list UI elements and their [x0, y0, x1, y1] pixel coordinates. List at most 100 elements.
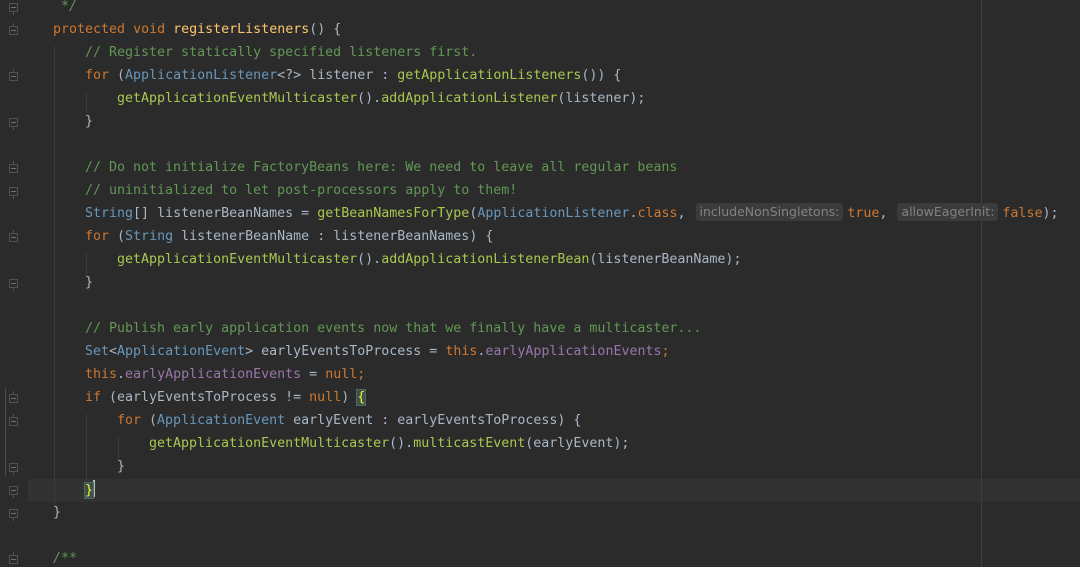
keyword: for [85, 68, 110, 83]
punctuation: ; [661, 344, 670, 359]
fold-start-icon[interactable] [9, 23, 18, 35]
punctuation: ); [1042, 206, 1059, 221]
punctuation: = [421, 344, 446, 359]
code-line-1: */ [53, 0, 77, 18]
keyword: null [309, 390, 342, 405]
method-name: registerListeners [173, 22, 310, 37]
variable: listenerBeanName [173, 229, 310, 244]
keyword: true [847, 206, 880, 221]
type-name: ApplicationEvent [157, 413, 286, 428]
keyword: null [325, 367, 358, 382]
variable: earlyEventsToProcess [253, 344, 422, 359]
operator: != [277, 390, 310, 405]
keyword: for [85, 229, 110, 244]
code-line-12: getApplicationEventMulticaster().addAppl… [117, 248, 741, 271]
code-line-18: if (earlyEventsToProcess != null) { [85, 386, 367, 409]
punctuation: : [309, 229, 334, 244]
code-line-4: for (ApplicationListener<?> listener : g… [85, 64, 621, 87]
code-editor[interactable]: */ protected void registerListeners() { … [0, 0, 1080, 567]
fold-start-icon[interactable] [9, 230, 18, 242]
text-caret [93, 480, 96, 497]
code-line-11: for (String listenerBeanName : listenerB… [85, 225, 493, 248]
code-line-19: for (ApplicationEvent earlyEvent : early… [117, 409, 581, 432]
type-name: Set [85, 344, 110, 359]
fold-end-icon[interactable] [9, 187, 18, 199]
punctuation: < [109, 344, 118, 359]
type-name: ApplicationListener [125, 68, 278, 83]
punctuation: , [879, 206, 888, 221]
variable: earlyEvent [285, 413, 374, 428]
code-line-8: // Do not initialize FactoryBeans here: … [85, 156, 677, 179]
field: earlyApplicationEvents [125, 367, 302, 382]
variable: earlyEventsToProcess [397, 413, 558, 428]
fold-end-icon[interactable] [9, 118, 18, 130]
keyword: this [445, 344, 478, 359]
variable: listenerBeanNames [333, 229, 470, 244]
indent-guide [86, 414, 87, 480]
line-comment: // Publish early application events now … [85, 321, 702, 336]
line-comment: // uninitialized to let post-processors … [85, 183, 518, 198]
editor-gutter [0, 0, 28, 567]
keyword: void [133, 22, 166, 37]
punctuation: (). [389, 436, 414, 451]
fold-end-icon[interactable] [9, 509, 18, 521]
brace: } [85, 275, 94, 290]
punctuation: ( [109, 68, 126, 83]
fold-start-icon[interactable] [9, 69, 18, 81]
punctuation: > [245, 344, 254, 359]
fold-end-icon[interactable] [9, 463, 18, 475]
keyword: class [637, 206, 678, 221]
code-line-25: /** [53, 547, 77, 567]
punctuation: (). [357, 252, 382, 267]
punctuation: , [677, 206, 686, 221]
keyword: false [1002, 206, 1043, 221]
variable: earlyEventsToProcess [117, 390, 278, 405]
field: earlyApplicationEvents [485, 344, 662, 359]
punctuation: () { [309, 22, 342, 37]
punctuation: : [373, 68, 398, 83]
variable: listenerBeanNames [149, 206, 294, 221]
punctuation: (listener); [557, 91, 646, 106]
punctuation: = [301, 367, 326, 382]
punctuation: . [117, 367, 126, 382]
parameter-hint[interactable]: allowEagerInit: [897, 203, 999, 221]
vcs-change-marker[interactable] [5, 388, 6, 476]
punctuation: <?> [277, 68, 302, 83]
fold-end-icon[interactable] [9, 486, 18, 498]
fold-start-icon[interactable] [9, 414, 18, 426]
punctuation: ) [341, 390, 358, 405]
fold-end-icon[interactable] [9, 3, 18, 15]
fold-start-icon[interactable] [9, 552, 18, 564]
parameter-hint[interactable]: includeNonSingletons: [695, 203, 844, 221]
fold-end-icon[interactable] [9, 279, 18, 291]
code-line-6: } [85, 110, 93, 133]
method-call: getApplicationListeners [397, 68, 582, 83]
code-line-15: // Publish early application events now … [85, 317, 701, 340]
fold-start-icon[interactable] [9, 161, 18, 173]
method-call: multicastEvent [413, 436, 526, 451]
punctuation: = [293, 206, 318, 221]
matched-brace: { [356, 389, 367, 406]
fold-start-icon[interactable] [9, 391, 18, 403]
method-call: getBeanNamesForType [317, 206, 470, 221]
method-call: addApplicationListener [381, 91, 558, 106]
code-line-22: } [83, 479, 96, 502]
indent-guide [54, 46, 55, 506]
keyword: this [85, 367, 118, 382]
matched-brace: } [83, 482, 95, 499]
punctuation: (earlyEvent); [525, 436, 630, 451]
code-line-10: String[] listenerBeanNames = getBeanName… [85, 202, 1058, 225]
punctuation: (). [357, 91, 382, 106]
method-call: getApplicationEventMulticaster [149, 436, 390, 451]
brace: } [53, 505, 62, 520]
punctuation: ; [357, 367, 366, 382]
code-line-13: } [85, 271, 93, 294]
keyword: for [117, 413, 142, 428]
doc-comment-start: /** [53, 551, 78, 566]
code-line-21: } [117, 455, 125, 478]
method-call: getApplicationEventMulticaster [117, 91, 358, 106]
code-line-16: Set<ApplicationEvent> earlyEventsToProce… [85, 340, 670, 363]
punctuation: : [373, 413, 398, 428]
keyword: if [85, 390, 102, 405]
punctuation: ( [141, 413, 158, 428]
